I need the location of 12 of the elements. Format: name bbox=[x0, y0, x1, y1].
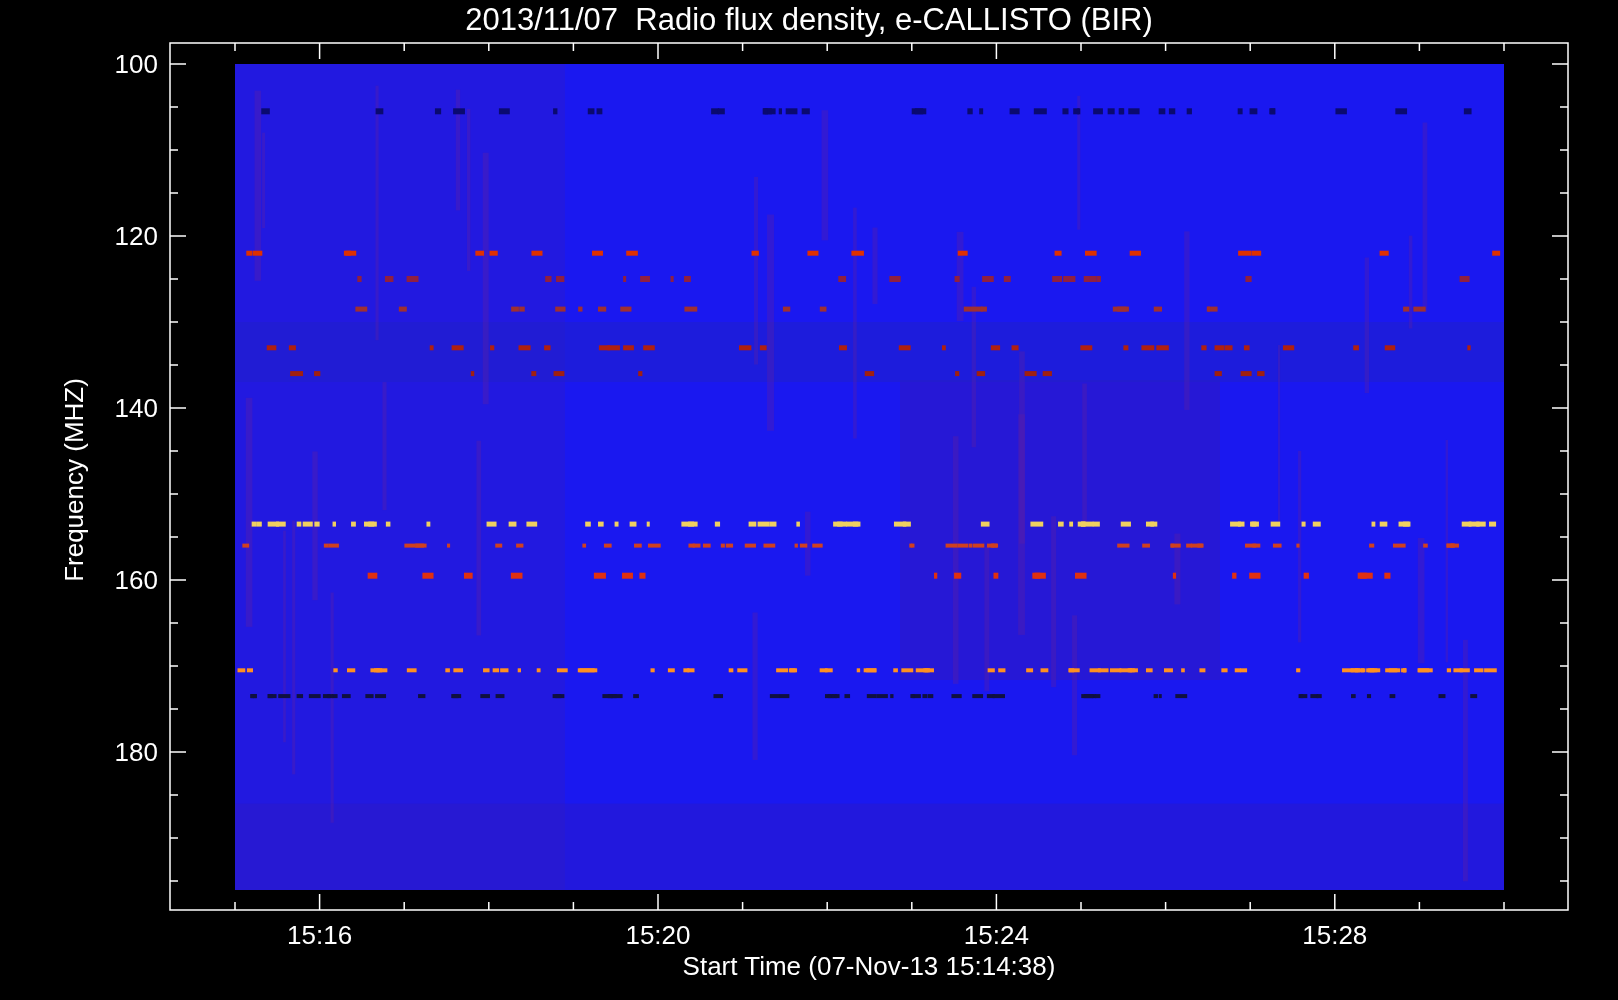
y-tick-label: 160 bbox=[114, 565, 158, 595]
x-tick-label: 15:28 bbox=[1302, 920, 1368, 950]
x-tick-label: 15:20 bbox=[625, 920, 691, 950]
x-axis-label: Start Time (07-Nov-13 15:14:38) bbox=[682, 951, 1056, 981]
y-tick-label: 120 bbox=[114, 221, 158, 251]
y-tick-label: 180 bbox=[114, 737, 158, 767]
x-tick-label: 15:24 bbox=[963, 920, 1029, 950]
y-tick-label: 140 bbox=[114, 393, 158, 423]
x-tick-label: 15:16 bbox=[287, 920, 353, 950]
plot-title: 2013/11/07 Radio flux density, e-CALLISTO (BIR) bbox=[465, 2, 1153, 37]
y-tick-label: 100 bbox=[114, 49, 158, 79]
y-axis-label: Frequency (MHZ) bbox=[59, 378, 89, 582]
